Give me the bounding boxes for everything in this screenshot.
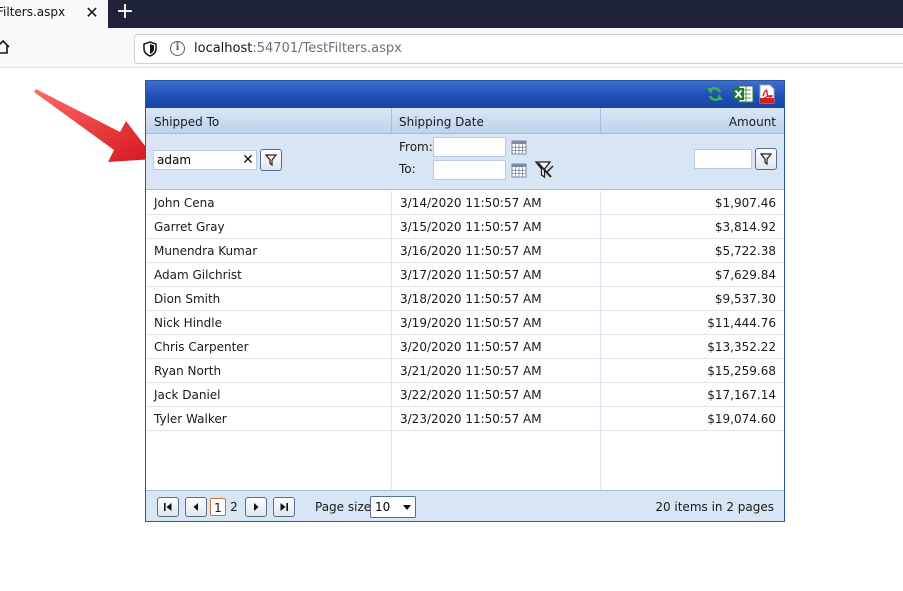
url-path: :54701/TestFilters.aspx bbox=[252, 41, 402, 56]
last-page-button[interactable] bbox=[273, 497, 295, 517]
cell-shipped-to: Chris Carpenter bbox=[154, 340, 249, 354]
new-tab-icon[interactable]: + bbox=[114, 0, 136, 24]
cell-shipping-date: 3/18/2020 11:50:57 AM bbox=[391, 287, 600, 310]
browser-tab-bar: Filters.aspx ✕ + bbox=[0, 0, 903, 28]
url-text[interactable]: localhost:54701/TestFilters.aspx bbox=[194, 41, 402, 56]
refresh-icon[interactable] bbox=[706, 85, 724, 103]
table-row[interactable]: John Cena 3/14/2020 11:50:57 AM $1,907.46 bbox=[146, 191, 784, 215]
cell-shipping-date: 3/21/2020 11:50:57 AM bbox=[391, 359, 600, 382]
calendar-icon[interactable] bbox=[511, 140, 527, 155]
grid-command-bar bbox=[146, 81, 784, 108]
shipped-to-filter-button[interactable] bbox=[260, 149, 282, 171]
cell-shipping-date: 3/22/2020 11:50:57 AM bbox=[391, 383, 600, 406]
cell-shipped-to: John Cena bbox=[154, 196, 215, 210]
previous-page-icon bbox=[193, 503, 198, 511]
cell-shipped-to: Jack Daniel bbox=[154, 388, 221, 402]
column-header-amount[interactable]: Amount bbox=[600, 108, 784, 134]
info-icon[interactable]: i bbox=[170, 41, 185, 56]
grid-pager: 1 2 Page size: 10 20 items in 2 pages bbox=[146, 490, 784, 521]
cell-shipping-date: 3/15/2020 11:50:57 AM bbox=[391, 215, 600, 238]
column-divider bbox=[600, 431, 601, 490]
to-date-input[interactable] bbox=[433, 160, 506, 180]
cell-shipping-date: 3/19/2020 11:50:57 AM bbox=[391, 311, 600, 334]
cell-shipped-to: Munendra Kumar bbox=[154, 244, 258, 258]
table-row[interactable]: Jack Daniel 3/22/2020 11:50:57 AM $17,167.… bbox=[146, 383, 784, 407]
calendar-icon[interactable] bbox=[511, 163, 527, 178]
next-page-button[interactable] bbox=[245, 497, 267, 517]
page-number-link[interactable]: 2 bbox=[227, 498, 241, 516]
last-page-icon bbox=[280, 503, 288, 511]
table-row[interactable]: Dion Smith 3/18/2020 11:50:57 AM $9,537.30 bbox=[146, 287, 784, 311]
next-page-icon bbox=[254, 503, 259, 511]
amount-filter-button[interactable] bbox=[755, 148, 777, 170]
first-page-button[interactable] bbox=[157, 497, 179, 517]
shipped-to-filter-value: adam bbox=[157, 153, 192, 167]
cell-shipping-date: 3/16/2020 11:50:57 AM bbox=[391, 239, 600, 262]
column-divider bbox=[391, 431, 392, 490]
grid-filter-row: adam ✕ From: To: bbox=[146, 134, 784, 190]
table-row[interactable]: Nick Hindle 3/19/2020 11:50:57 AM $11,444.… bbox=[146, 311, 784, 335]
dropdown-arrow-icon bbox=[403, 505, 411, 510]
browser-nav-bar: i localhost:54701/TestFilters.aspx bbox=[0, 28, 903, 68]
from-date-input[interactable] bbox=[433, 137, 506, 157]
to-label: To: bbox=[399, 162, 416, 176]
grid-header-row: Shipped To Shipping Date Amount bbox=[146, 108, 784, 134]
cell-shipped-to: Dion Smith bbox=[154, 292, 221, 306]
pdf-export-icon[interactable] bbox=[758, 84, 776, 104]
amount-filter-input[interactable] bbox=[694, 149, 752, 169]
cell-shipping-date: 3/17/2020 11:50:57 AM bbox=[391, 263, 600, 286]
url-host: localhost bbox=[194, 41, 253, 56]
table-row[interactable]: Garret Gray 3/15/2020 11:50:57 AM $3,814.9… bbox=[146, 215, 784, 239]
pager-info: 20 items in 2 pages bbox=[655, 500, 774, 514]
cell-amount: $13,352.22 bbox=[600, 335, 784, 358]
cell-amount: $19,074.60 bbox=[600, 407, 784, 430]
tab-title: Filters.aspx bbox=[0, 5, 66, 19]
table-row[interactable]: Adam Gilchrist 3/17/2020 11:50:57 AM $7,62… bbox=[146, 263, 784, 287]
cell-shipped-to: Nick Hindle bbox=[154, 316, 222, 330]
page-size-label: Page size: bbox=[315, 500, 376, 514]
cell-shipped-to: Tyler Walker bbox=[154, 412, 227, 426]
cell-shipping-date: 3/20/2020 11:50:57 AM bbox=[391, 335, 600, 358]
filter-icon bbox=[265, 154, 277, 166]
cell-shipped-to: Garret Gray bbox=[154, 220, 225, 234]
clear-date-filter-icon[interactable] bbox=[534, 160, 556, 180]
excel-export-icon[interactable] bbox=[732, 84, 754, 104]
address-bar[interactable]: i localhost:54701/TestFilters.aspx bbox=[134, 34, 903, 64]
cell-amount: $17,167.14 bbox=[600, 383, 784, 406]
close-tab-icon[interactable]: ✕ bbox=[82, 2, 102, 24]
cell-amount: $11,444.76 bbox=[600, 311, 784, 334]
cell-shipped-to: Adam Gilchrist bbox=[154, 268, 242, 282]
cell-amount: $3,814.92 bbox=[600, 215, 784, 238]
grid-body: John Cena 3/14/2020 11:50:57 AM $1,907.46 G… bbox=[146, 191, 784, 431]
first-page-icon bbox=[164, 503, 172, 511]
page-size-select[interactable]: 10 bbox=[370, 496, 416, 518]
filter-icon bbox=[760, 153, 772, 165]
cell-shipping-date: 3/14/2020 11:50:57 AM bbox=[391, 191, 600, 214]
cell-amount: $7,629.84 bbox=[600, 263, 784, 286]
home-icon[interactable] bbox=[0, 39, 10, 55]
data-grid: Shipped To Shipping Date Amount adam ✕ F… bbox=[145, 80, 785, 522]
table-row[interactable]: Tyler Walker 3/23/2020 11:50:57 AM $19,074… bbox=[146, 407, 784, 431]
table-row[interactable]: Chris Carpenter 3/20/2020 11:50:57 AM $13,… bbox=[146, 335, 784, 359]
previous-page-button[interactable] bbox=[185, 497, 207, 517]
table-row[interactable]: Ryan North 3/21/2020 11:50:57 AM $15,259.6… bbox=[146, 359, 784, 383]
table-row[interactable]: Munendra Kumar 3/16/2020 11:50:57 AM $5,72… bbox=[146, 239, 784, 263]
page-number-current[interactable]: 1 bbox=[210, 498, 226, 516]
clear-filter-icon[interactable]: ✕ bbox=[241, 153, 255, 167]
cell-shipped-to: Ryan North bbox=[154, 364, 222, 378]
red-arrow-annotation bbox=[34, 89, 155, 162]
from-label: From: bbox=[399, 140, 433, 154]
column-header-shipping-date[interactable]: Shipping Date bbox=[391, 108, 600, 134]
cell-amount: $15,259.68 bbox=[600, 359, 784, 382]
cell-amount: $1,907.46 bbox=[600, 191, 784, 214]
browser-tab[interactable]: Filters.aspx ✕ bbox=[0, 0, 108, 28]
page-size-value: 10 bbox=[375, 500, 391, 514]
cell-shipping-date: 3/23/2020 11:50:57 AM bbox=[391, 407, 600, 430]
cell-amount: $9,537.30 bbox=[600, 287, 784, 310]
shield-icon[interactable] bbox=[143, 41, 157, 57]
cell-amount: $5,722.38 bbox=[600, 239, 784, 262]
column-header-shipped-to[interactable]: Shipped To bbox=[146, 108, 391, 134]
